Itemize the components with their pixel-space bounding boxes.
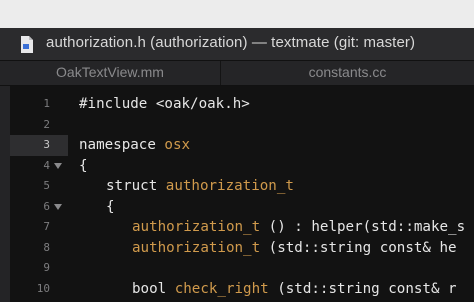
document-icon (21, 36, 33, 53)
struct-name: authorization_t (165, 178, 294, 194)
line-number: 2 (43, 117, 50, 131)
line-number: 8 (43, 240, 50, 254)
code-text: #include <oak/oak.h> (79, 96, 250, 112)
keyword: namespace (79, 137, 156, 153)
code-text: namespace osx (79, 135, 190, 156)
code-text: struct authorization_t (106, 176, 294, 197)
window-title: authorization.h (authorization) — textma… (46, 34, 416, 51)
line-number: 10 (36, 281, 50, 295)
keyword: bool (132, 280, 167, 297)
namespace-name: osx (164, 137, 191, 153)
tab-bar: OakTextView.mm constants.cc (0, 61, 474, 86)
code-line[interactable]: 4 { (0, 156, 474, 177)
code-line[interactable]: 10 bool check_right (std::string const& … (0, 279, 474, 300)
line-number: 4 (43, 158, 50, 172)
function-name: authorization_t (132, 219, 261, 235)
line-number: 1 (43, 97, 50, 110)
code-rest: () : helper(std::make_s (260, 219, 466, 235)
line-number: 3 (43, 138, 50, 151)
code-line-current[interactable]: 3 namespace osx (0, 135, 474, 156)
line-number: 7 (43, 220, 50, 233)
code-line[interactable]: 5 struct authorization_t (0, 176, 474, 197)
desktop-background (0, 0, 474, 28)
code-line[interactable]: 2 (0, 115, 474, 136)
line-number: 9 (43, 261, 50, 274)
code-text: authorization_t () : helper(std::make_s (132, 217, 465, 238)
code-text: authorization_t (std::string const& he (132, 238, 457, 259)
keyword: struct (106, 178, 158, 194)
code-text: { (79, 157, 88, 174)
code-text: { (106, 198, 115, 215)
function-name: check_right (174, 280, 269, 297)
line-number: 5 (43, 179, 50, 192)
function-name: authorization_t (132, 239, 261, 256)
code-line[interactable]: 9 (0, 258, 474, 279)
code-line[interactable]: 1 #include <oak/oak.h> (0, 94, 474, 115)
code-rest: (std::string const& r (268, 280, 457, 297)
code-rest: (std::string const& he (260, 239, 457, 256)
code-line[interactable]: 8 authorization_t (std::string const& he (0, 238, 474, 259)
code-line[interactable]: 6 { (0, 197, 474, 218)
code-text: bool check_right (std::string const& r (132, 279, 457, 300)
code-line[interactable]: 7 authorization_t () : helper(std::make_… (0, 217, 474, 238)
fold-arrow-icon[interactable] (54, 162, 62, 169)
fold-arrow-icon[interactable] (54, 203, 62, 210)
line-number: 6 (43, 199, 50, 213)
tab-oaktextview[interactable]: OakTextView.mm (0, 61, 220, 85)
tab-constants[interactable]: constants.cc (221, 61, 474, 85)
